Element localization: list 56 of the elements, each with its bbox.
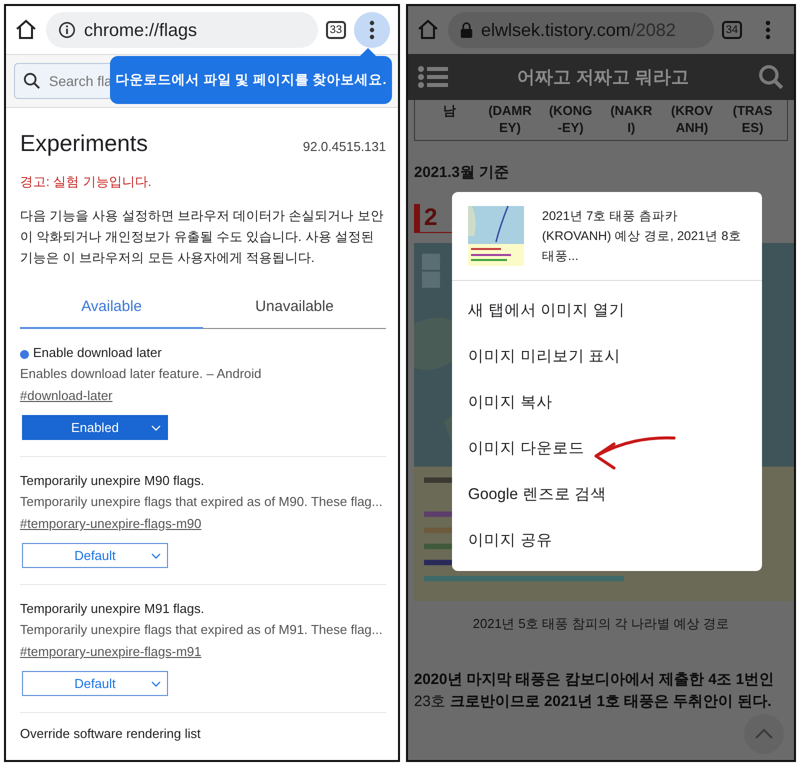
flag-name: Temporarily unexpire M91 flags. [20, 601, 204, 616]
table-cell: (DAMREY) [488, 102, 532, 136]
description-text: 다음 기능을 사용 설정하면 브라우저 데이터가 손실되거나 보안이 악화되거나 개인정보가 유출될 수도 있습니다. 사용 설정된 기능은 이 브라우저의 모든 사용자에게 적용됩니다. [20, 207, 384, 267]
tooltip-pointer [360, 48, 376, 56]
menu-item[interactable]: Google 렌즈로 검색 [468, 484, 607, 504]
search-icon [23, 72, 41, 90]
table-cell-text: 남 [442, 102, 457, 120]
menu-item[interactable]: 이미지 다운로드 [468, 438, 584, 458]
date-note: 2021.3월 기준 [414, 163, 510, 182]
caret-icon [151, 425, 161, 431]
warning-text: 경고: 실험 기능입니다. [20, 173, 152, 191]
url-text: chrome://flags [84, 20, 198, 40]
table-cell-text: (TRASES) [732, 102, 774, 136]
search-icon[interactable] [758, 64, 784, 90]
tooltip: 다운로드에서 파일 및 페이지를 찾아보세요. [110, 56, 392, 104]
flag-link[interactable]: #download-later [20, 388, 113, 403]
chevron-up-icon [754, 728, 774, 740]
flag-select[interactable]: Default [22, 671, 168, 696]
menu-button[interactable] [354, 12, 390, 48]
flag-link[interactable]: #temporary-unexpire-flags-m90 [20, 516, 202, 531]
scroll-top-button[interactable] [744, 714, 784, 754]
flag-name: Override software rendering list [20, 726, 201, 741]
address-bar[interactable]: chrome://flags [46, 12, 318, 48]
blog-title: 어짜고 저짜고 뭐라고 [516, 66, 689, 89]
menu-item[interactable]: 이미지 복사 [468, 392, 552, 412]
tab[interactable]: Available [20, 298, 203, 329]
lock-icon [460, 22, 473, 38]
menu-icon[interactable] [418, 66, 448, 88]
menu-item[interactable]: 새 탭에서 이미지 열기 [468, 300, 625, 320]
flag-name: Enable download later [33, 345, 162, 360]
caret-icon [151, 681, 161, 687]
table-cell: (KONG-EY) [548, 102, 593, 136]
flag-link[interactable]: #temporary-unexpire-flags-m91 [20, 644, 202, 659]
info-icon [58, 21, 76, 39]
paragraph: 2020년 마지막 태풍은 캄보디아에서 제출한 4조 1번인 23호 크로반이므로 2021년 1호 태풍은 두취안이 된다. [414, 670, 776, 712]
image-caption: 2021년 5호 태풍 참피의 각 나라별 예상 경로 [472, 615, 730, 633]
tab-count-button[interactable]: 33 [326, 21, 346, 39]
image-title: 2021년 7호 태풍 츰파카(KROVANH) 예상 경로, 2021년 8호 태풍... [542, 208, 742, 265]
more-icon [765, 20, 771, 40]
table-cell-text: (KROVANH) [670, 102, 714, 136]
tab-count-button[interactable]: 34 [722, 21, 742, 39]
flag-description: Enables download later feature. – Android [20, 366, 262, 381]
flag-name: Temporarily unexpire M90 flags. [20, 473, 204, 488]
menu-item[interactable]: 이미지 공유 [468, 530, 552, 550]
flag-select[interactable]: Enabled [22, 415, 168, 440]
caret-icon [151, 553, 161, 559]
version-text: 92.0.4515.131 [302, 139, 386, 154]
flag-select[interactable]: Default [22, 543, 168, 568]
table-cell: (NAKRI) [609, 102, 654, 136]
menu-item[interactable]: 이미지 미리보기 표시 [468, 346, 621, 366]
more-icon [369, 20, 375, 40]
page-title: Experiments [20, 130, 148, 157]
flag-description: Temporarily unexpire flags that expired as of M90. These flag... [20, 494, 384, 509]
tab[interactable]: Unavailable [203, 298, 386, 329]
flag-description: Temporarily unexpire flags that expired as of M91. These flag... [20, 622, 384, 637]
home-icon[interactable] [14, 18, 38, 42]
